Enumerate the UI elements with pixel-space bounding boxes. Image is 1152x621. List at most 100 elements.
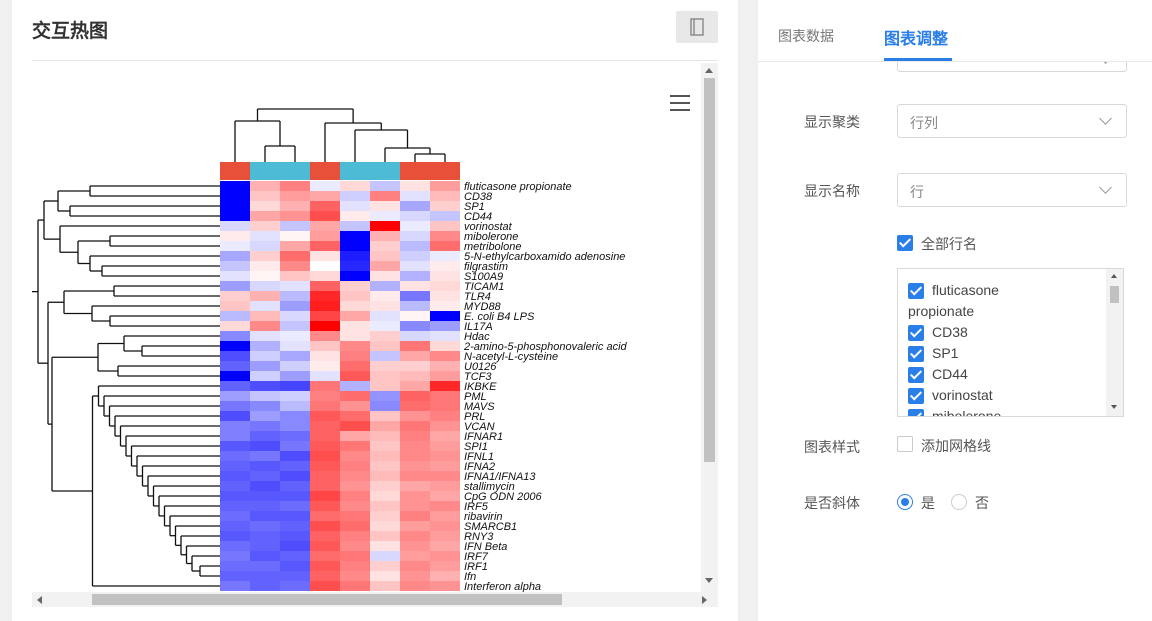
heatmap-cell [370,311,400,321]
heatmap-cell [340,281,370,291]
italic-yes-radio[interactable] [897,494,913,510]
tab-chart-adjust[interactable]: 图表调整 [884,25,948,49]
cluster-select[interactable]: 行列 [897,104,1127,138]
heatmap-cell [340,521,370,531]
italic-yes-label: 是 [921,495,935,511]
all-rows-checkbox[interactable] [897,235,913,251]
tab-chart-data[interactable]: 图表数据 [778,26,834,46]
heatmap-cell [310,321,340,331]
heatmap-cell [340,381,370,391]
heatmap-cell [220,301,250,311]
heatmap-cell [310,331,340,341]
heatmap-cell [370,241,400,251]
heatmap-cell [250,331,280,341]
heatmap-cell [250,351,280,361]
italic-no-radio[interactable] [951,494,967,510]
heatmap-cell [400,361,430,371]
heatmap-cell [370,191,400,201]
heatmap-cell [340,441,370,451]
heatmap-cell [430,561,460,571]
document-button[interactable] [676,11,718,43]
heatmap-cell [340,331,370,341]
row-checkbox[interactable] [908,346,924,362]
row-checkbox[interactable] [908,409,924,416]
heatmap-cell [310,351,340,361]
heatmap-cell [370,391,400,401]
scroll-left-icon[interactable] [37,596,42,604]
vertical-scrollbar[interactable] [701,63,718,593]
heatmap-cell [310,291,340,301]
heatmap-cell [250,451,280,461]
heatmap-cell [340,421,370,431]
heatmap-cell [280,471,310,481]
heatmap-cell [430,361,460,371]
settings-panel: 图表数据 图表调整 显示聚类 行列 显示名称 行 全部行名 fluticason… [758,0,1152,621]
heatmap-cell [370,201,400,211]
heatmap-cell [340,231,370,241]
heatmap-cell [280,271,310,281]
heatmap-cell [310,221,340,231]
heatmap-cell [280,431,310,441]
row-checkbox[interactable] [908,388,924,404]
heatmap-cell [310,271,340,281]
scroll-right-icon[interactable] [702,596,707,604]
heatmap-cell [370,581,400,591]
heatmap-cell [220,551,250,561]
heatmap-cell [280,371,310,381]
vertical-scroll-thumb[interactable] [704,78,715,462]
row-checkbox[interactable] [908,283,924,299]
row-name-list[interactable]: fluticasone propionate CD38 SP1 CD44 vor… [897,268,1124,417]
scroll-down-icon[interactable] [705,578,713,583]
heatmap-panel: 交互热图 fluticasone propionate CD38 SP1 CD44 vo… [12,0,738,621]
heatmap-cell [250,471,280,481]
heatmap-cell [370,491,400,501]
heatmap-cell [430,431,460,441]
heatmap-chart[interactable]: fluticasone propionate CD38 SP1 CD44 vorinos… [32,63,718,593]
scroll-up-icon[interactable] [1111,274,1117,278]
heatmap-cell [280,401,310,411]
heatmap-cell [220,201,250,211]
heatmap-cell [280,481,310,491]
scroll-up-icon[interactable] [705,68,713,73]
heatmap-cell [310,261,340,271]
heatmap-cell [340,391,370,401]
heatmap-cell [400,521,430,531]
hamburger-menu-icon[interactable] [670,95,690,111]
heatmap-cell [340,261,370,271]
list-scroll-thumb[interactable] [1110,286,1119,303]
heatmap-cell [280,221,310,231]
scroll-down-icon[interactable] [1111,405,1117,409]
heatmap-cell [340,561,370,571]
heatmap-cell [370,571,400,581]
group-annotation-cell [370,162,400,180]
heatmap-cell [280,391,310,401]
heatmap-cell [370,251,400,261]
heatmap-cell [220,491,250,501]
horizontal-scroll-thumb[interactable] [92,594,562,605]
list-scrollbar[interactable] [1106,269,1123,416]
heatmap-cell [220,251,250,261]
heatmap-cell [430,481,460,491]
list-item: propionate [908,303,975,319]
heatmap-cell [220,421,250,431]
heatmap-cell [400,471,430,481]
heatmap-cell [280,251,310,261]
heatmap-cell [430,341,460,351]
heatmap-cell [340,221,370,231]
heatmap-cell [250,301,280,311]
heatmap-cell [250,431,280,441]
heatmap-cell [430,521,460,531]
row-checkbox[interactable] [908,325,924,341]
heatmap-cell [310,501,340,511]
grid-checkbox[interactable] [897,436,913,452]
heatmap-cell [430,551,460,561]
title-divider [32,60,718,61]
group-annotation-cell [280,162,310,180]
horizontal-scrollbar[interactable] [32,592,718,607]
row-checkbox[interactable] [908,367,924,383]
heatmap-cell [430,491,460,501]
name-select[interactable]: 行 [897,173,1127,207]
heatmap-cell [370,361,400,371]
heatmap-cell [220,411,250,421]
heatmap-cell [400,341,430,351]
